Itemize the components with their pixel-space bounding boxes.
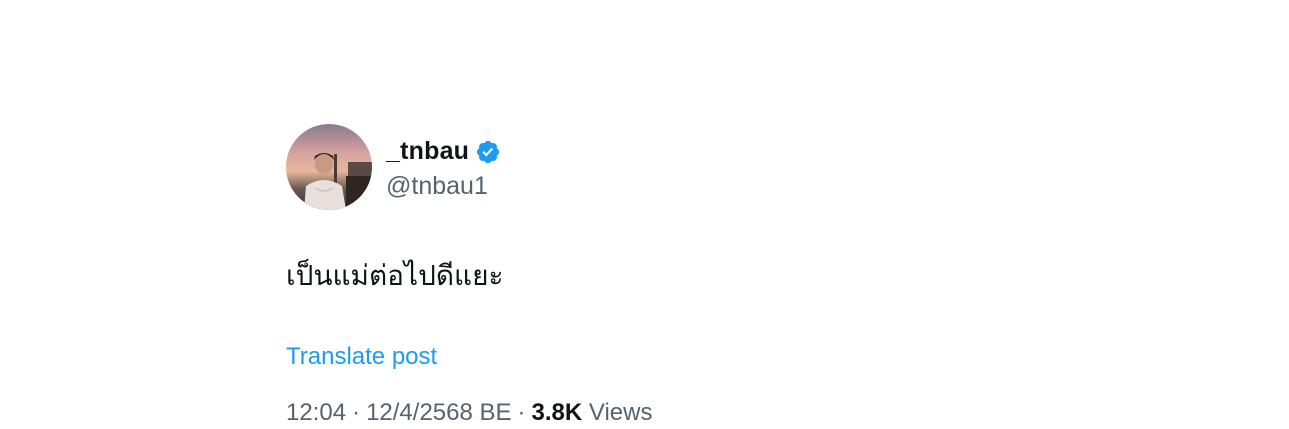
display-name[interactable]: _tnbau — [386, 137, 469, 166]
verified-badge-icon[interactable] — [475, 139, 501, 165]
tweet-author: _tnbau @tnbau1 — [286, 124, 1006, 210]
meta-separator: · — [517, 399, 526, 426]
avatar-image — [286, 124, 372, 210]
views-label: Views — [588, 399, 653, 426]
post-text: เป็นแม่ต่อไปดีแยะ — [286, 259, 504, 292]
display-name-row[interactable]: _tnbau — [386, 134, 501, 170]
translate-post-link[interactable]: Translate post — [286, 343, 437, 371]
tweet: _tnbau @tnbau1 เป็นแม่ต่อไปดีแยะ Transla… — [286, 124, 1006, 426]
avatar[interactable] — [286, 124, 372, 210]
post-date[interactable]: 12/4/2568 BE — [366, 399, 511, 426]
author-handle[interactable]: @tnbau1 — [386, 172, 501, 201]
author-names: _tnbau @tnbau1 — [386, 134, 501, 201]
views-count: 3.8K — [531, 399, 583, 426]
post-time[interactable]: 12:04 — [286, 399, 346, 426]
meta-separator: · — [352, 399, 361, 426]
post-meta: 12:04 · 12/4/2568 BE · 3.8K Views — [286, 399, 652, 427]
